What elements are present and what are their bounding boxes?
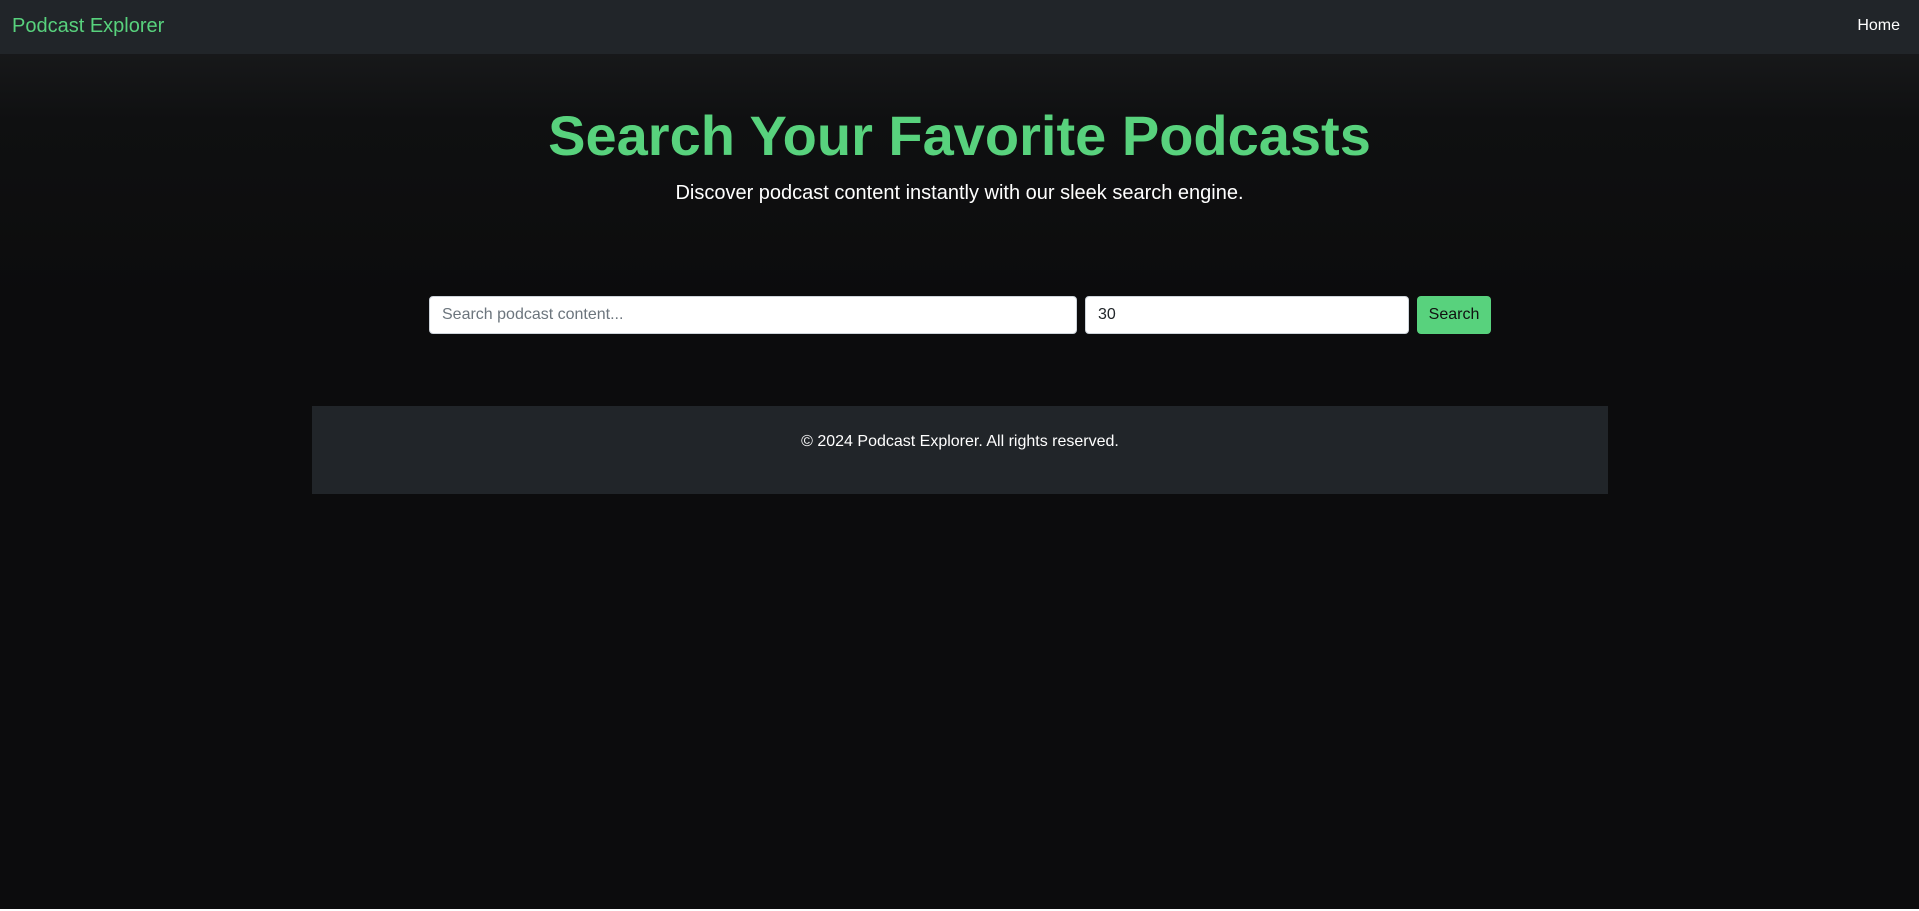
top-navbar: Podcast Explorer Home <box>0 0 1919 54</box>
brand-link[interactable]: Podcast Explorer <box>12 14 164 38</box>
result-limit-input[interactable] <box>1085 296 1409 334</box>
page-title: Search Your Favorite Podcasts <box>548 104 1371 167</box>
nav-link-home[interactable]: Home <box>1857 16 1900 36</box>
page-subtitle: Discover podcast content instantly with … <box>675 182 1244 204</box>
page-footer: © 2024 Podcast Explorer. All rights rese… <box>312 406 1608 494</box>
footer-copyright: © 2024 Podcast Explorer. All rights rese… <box>801 433 1119 450</box>
app-viewport: Podcast Explorer Home Search Your Favori… <box>0 0 1919 909</box>
search-button[interactable]: Search <box>1417 296 1491 334</box>
search-input[interactable] <box>429 296 1077 334</box>
